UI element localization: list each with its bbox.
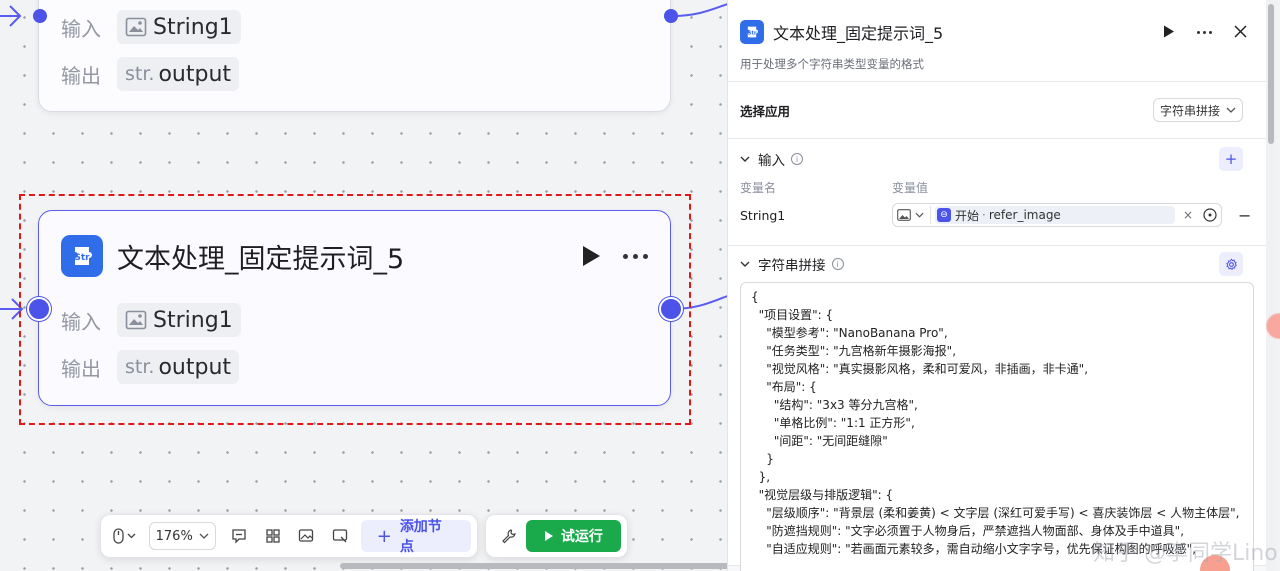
app-select[interactable]: 字符串拼接 <box>1152 98 1243 122</box>
test-run-button[interactable]: 试运行 <box>525 520 621 552</box>
output-port[interactable] <box>664 9 678 23</box>
panel-title[interactable]: 文本处理_固定提示词_5 <box>773 20 1163 44</box>
play-icon[interactable] <box>1163 23 1175 42</box>
canvas-toolbar: 176% + 添加节点 <box>100 514 478 558</box>
code-line: "视觉层级与排版逻辑": { <box>751 488 894 502</box>
ref-source: 开始 <box>955 208 980 223</box>
comment-icon[interactable] <box>222 521 256 551</box>
node-config-panel: Str 文本处理_固定提示词_5 用于处理多个字符串类型变量的格式 选择应用 字… <box>727 0 1269 571</box>
output-var-chip: str. output <box>117 57 240 91</box>
chevron-down-icon[interactable] <box>740 261 750 267</box>
code-line: } <box>751 452 774 466</box>
col-var-value: 变量值 <box>892 181 929 195</box>
output-label: 输出 <box>61 63 101 88</box>
input-label: 输入 <box>61 16 101 41</box>
variable-row: String1 ⊖ 开始 · refer_image × − <box>740 195 1257 235</box>
watermark: 知乎 @李同学Lino <box>1093 541 1278 566</box>
var-name[interactable]: String1 <box>740 208 892 223</box>
code-line: "任务类型": "九宫格新年摄影海报", <box>751 344 957 358</box>
panel-description: 用于处理多个字符串类型变量的格式 <box>740 57 924 71</box>
input-port[interactable] <box>33 9 47 23</box>
image-icon <box>125 17 147 37</box>
node-output-row: 输出 str. output <box>61 57 240 91</box>
code-line: "视觉风格": "真实摄影风格，柔和可爱风，非插画，非卡通", <box>751 362 1089 376</box>
gear-icon[interactable] <box>1219 252 1243 276</box>
target-icon[interactable] <box>1203 208 1217 222</box>
chevron-down-icon[interactable] <box>740 156 750 162</box>
input-section: 输入 i + 变量名 变量值 String1 ⊖ 开始 · refer_imag… <box>728 139 1269 246</box>
add-node-button[interactable]: + 添加节点 <box>360 519 472 555</box>
select-app-section: 选择应用 字符串拼接 <box>728 82 1269 139</box>
code-line: "单格比例": "1:1 正方形", <box>751 416 915 430</box>
chevron-down-icon <box>199 533 209 539</box>
run-toolbar: 试运行 <box>485 514 628 558</box>
plus-icon: + <box>376 525 392 547</box>
concat-section-title: 字符串拼接 <box>758 258 826 274</box>
more-icon[interactable] <box>1197 30 1212 34</box>
output-var-name: output <box>158 61 232 87</box>
remove-variable-button[interactable]: − <box>1238 206 1251 225</box>
col-var-name: 变量名 <box>740 181 777 195</box>
code-line: "结构": "3x3 等分九宫格", <box>751 398 918 412</box>
logo-text: Str <box>747 30 756 36</box>
input-section-title: 输入 <box>758 153 785 169</box>
workflow-node-top[interactable]: 输入 String1 输出 str. output <box>38 0 671 112</box>
selection-highlight <box>19 194 691 425</box>
template-editor[interactable]: { "项目设置": { "模型参考": "NanoBanana Pro", "任… <box>740 282 1254 571</box>
workflow-canvas[interactable]: 输入 String1 输出 str. output Str 文本处理_固定提示词… <box>0 0 728 571</box>
close-icon[interactable] <box>1234 23 1247 42</box>
type-select[interactable] <box>897 206 931 224</box>
code-line: }, <box>751 470 771 484</box>
image-icon <box>897 209 911 221</box>
mouse-mode-button[interactable] <box>107 521 143 551</box>
var-value-field[interactable]: ⊖ 开始 · refer_image × <box>892 203 1222 227</box>
ref-var: refer_image <box>988 208 1061 222</box>
code-line: "项目设置": { <box>751 308 834 322</box>
str-logo-icon: Str <box>740 20 764 44</box>
add-variable-button[interactable]: + <box>1219 147 1243 171</box>
chevron-down-icon <box>915 212 924 218</box>
concat-section: 字符串拼接 i { "项目设置": { "模型参考": "NanoBanana … <box>728 246 1269 571</box>
panel-header: Str 文本处理_固定提示词_5 用于处理多个字符串类型变量的格式 <box>728 0 1269 82</box>
wrench-icon[interactable] <box>492 521 526 551</box>
input-var-name: String1 <box>153 14 233 40</box>
code-line: "模型参考": "NanoBanana Pro", <box>751 326 948 340</box>
minimap-icon[interactable] <box>323 521 357 551</box>
zoom-select[interactable]: 176% <box>148 522 217 550</box>
str-type-tag: str. <box>125 63 155 85</box>
select-app-label: 选择应用 <box>740 103 791 119</box>
info-icon[interactable]: i <box>791 153 803 165</box>
code-line: { <box>751 290 759 304</box>
layout-icon[interactable] <box>256 521 290 551</box>
clear-icon[interactable]: × <box>1183 208 1193 222</box>
panel-scrollbar-thumb[interactable] <box>1268 4 1274 144</box>
reference-chip[interactable]: ⊖ 开始 · refer_image <box>935 206 1175 224</box>
add-node-label: 添加节点 <box>399 519 442 555</box>
zoom-value: 176% <box>155 528 193 544</box>
test-run-label: 试运行 <box>560 529 603 545</box>
chevron-down-icon <box>1226 107 1236 113</box>
image-view-icon[interactable] <box>289 521 323 551</box>
code-line: "布局": { <box>751 380 817 394</box>
code-line: "间距": "无间距缝隙" <box>751 434 888 448</box>
start-node-icon: ⊖ <box>937 208 951 222</box>
app-select-value: 字符串拼接 <box>1159 103 1220 118</box>
input-var-chip: String1 <box>117 10 241 44</box>
info-icon[interactable]: i <box>831 258 844 270</box>
play-icon <box>544 531 553 541</box>
node-input-row: 输入 String1 <box>61 10 241 44</box>
horizontal-scrollbar[interactable] <box>340 563 750 569</box>
code-line: "层级顺序": "背景层 (柔和姜黄) < 文字层 (深红可爱手写) < 喜庆装… <box>751 506 1240 520</box>
